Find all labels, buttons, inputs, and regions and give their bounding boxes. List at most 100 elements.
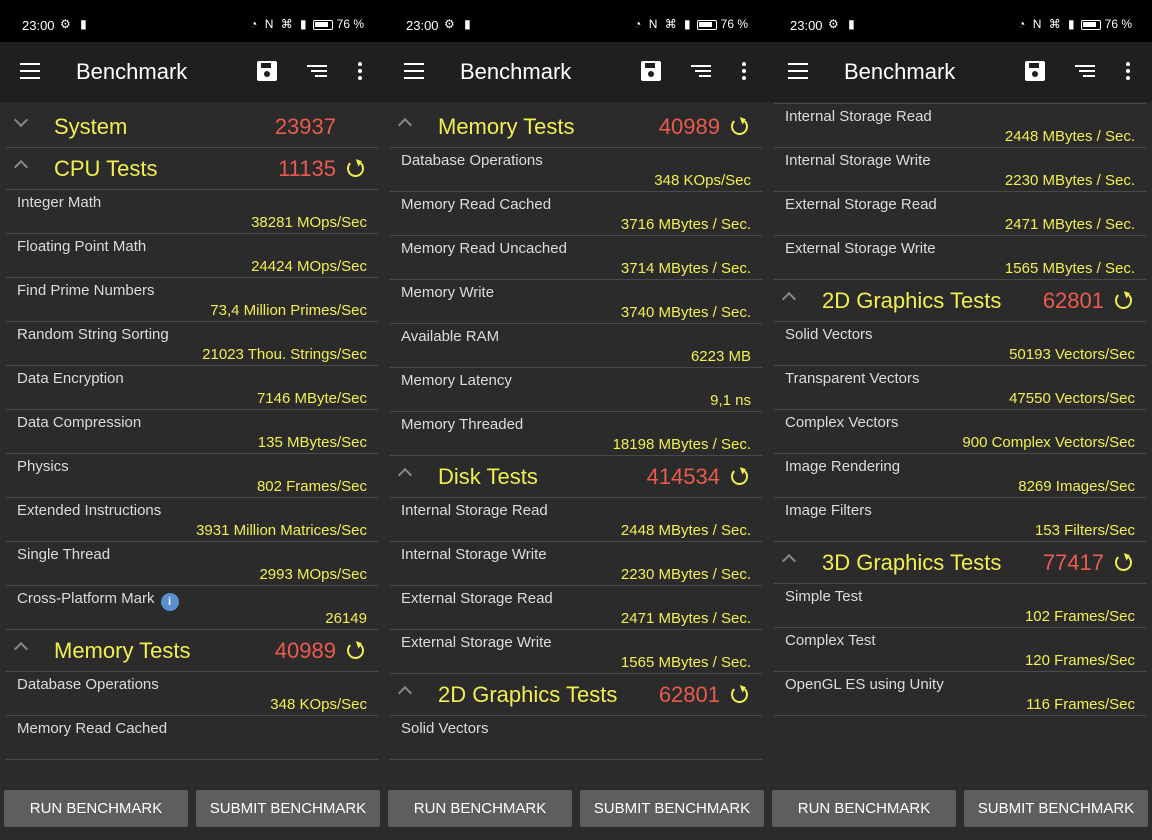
result-value: 135 MBytes/Sec [257, 434, 367, 451]
chevron-down-icon[interactable] [13, 112, 29, 128]
reload-icon[interactable] [1115, 554, 1132, 571]
info-icon[interactable]: i [160, 593, 179, 611]
submit-benchmark-button[interactable]: SUBMIT BENCHMARK [964, 790, 1148, 827]
result-name: Floating Point Math [17, 238, 146, 255]
section-header[interactable]: Memory Tests 40989 [390, 106, 762, 148]
sort-icon[interactable] [307, 65, 327, 79]
result-name: External Storage Write [785, 240, 936, 257]
result-value: 120 Frames/Sec [1024, 652, 1135, 669]
result-row: Random String Sorting 21023 Thou. Strings… [6, 322, 378, 366]
result-row: Extended Instructions 3931 Million Matric… [6, 498, 378, 542]
more-options-icon[interactable] [358, 62, 362, 82]
result-value: 6223 MB [690, 348, 751, 365]
save-icon[interactable] [257, 61, 277, 81]
result-name-text: External Storage Read [785, 196, 937, 213]
result-name: Memory Read Cached [17, 720, 167, 737]
reload-icon[interactable] [1115, 292, 1132, 309]
result-value: 348 KOps/Sec [270, 696, 367, 713]
chevron-up-icon[interactable] [13, 159, 29, 175]
run-benchmark-button[interactable]: RUN BENCHMARK [4, 790, 188, 827]
result-name: Data Compression [17, 414, 141, 431]
result-name-text: OpenGL ES using Unity [785, 676, 944, 693]
results-list: System 23937 CPU Tests 11135 Integer Math 382… [0, 102, 384, 780]
chevron-up-icon[interactable] [397, 685, 413, 701]
result-value: 73,4 Million Primes/Sec [210, 302, 367, 319]
result-name: Memory Latency [401, 372, 512, 389]
signal-wifi-icons: ◔ N ⌘ ▮ [1018, 17, 1077, 31]
section-title: 2D Graphics Tests [822, 288, 1002, 313]
more-options-icon[interactable] [742, 62, 746, 82]
result-name-text: Image Rendering [785, 458, 901, 475]
menu-icon[interactable] [788, 63, 808, 79]
status-time: 23:00 [406, 18, 439, 33]
result-value: 900 Complex Vectors/Sec [962, 434, 1135, 451]
more-options-icon[interactable] [1126, 62, 1130, 82]
chevron-up-icon[interactable] [397, 117, 413, 133]
result-value: 116 Frames/Sec [1026, 696, 1135, 713]
chevron-up-icon[interactable] [781, 291, 797, 307]
phone-screen: 23:00 ⚙ ▮ ◔ N ⌘ ▮ 76 % Benchmark Disk Tests41… [768, 0, 1152, 840]
result-name: Random String Sorting [17, 326, 169, 343]
result-name: Image Filters [785, 502, 872, 519]
results-scroller: Memory Tests 40989 Database Operations 348 … [384, 106, 768, 760]
chevron-up-icon[interactable] [13, 641, 29, 657]
section-header[interactable]: 2D Graphics Tests 62801 [390, 674, 762, 716]
result-name: Available RAM [401, 328, 499, 345]
result-row: Memory Threaded 18198 MBytes / Sec. [390, 412, 762, 456]
section-header[interactable]: System 23937 [6, 106, 378, 148]
bottom-action-bar: RUN BENCHMARK SUBMIT BENCHMARK [768, 780, 1152, 840]
result-value: 2448 MBytes / Sec. [1004, 128, 1135, 145]
menu-icon[interactable] [404, 63, 424, 79]
result-name: External Storage Read [785, 196, 937, 213]
phone-screen: 23:00 ⚙ ▮ ◔ N ⌘ ▮ 76 % Benchmark Memory Tests… [384, 0, 768, 840]
save-icon[interactable] [641, 61, 661, 81]
result-name: Solid Vectors [785, 326, 873, 343]
reload-icon[interactable] [731, 686, 748, 703]
submit-benchmark-button[interactable]: SUBMIT BENCHMARK [580, 790, 764, 827]
result-value: 2230 MBytes / Sec. [1004, 172, 1135, 189]
result-row: Available RAM 6223 MB [390, 324, 762, 368]
result-name: Complex Vectors [785, 414, 898, 431]
reload-icon[interactable] [731, 118, 748, 135]
run-benchmark-button[interactable]: RUN BENCHMARK [772, 790, 956, 827]
result-row: Solid Vectors 50193 Vectors/Sec [774, 322, 1146, 366]
section-score: 62801 [658, 682, 720, 707]
status-icons-right: ◔ N ⌘ ▮ 76 % [1018, 17, 1132, 31]
sort-icon[interactable] [1075, 65, 1095, 79]
status-time: 23:00 [790, 18, 823, 33]
reload-icon[interactable] [731, 468, 748, 485]
section-header[interactable]: Memory Tests 40989 [6, 630, 378, 672]
result-name: Memory Write [401, 284, 494, 301]
screenshot-collage: 23:00 ⚙ ▮ ◔ N ⌘ ▮ 76 % Benchmark System 23937 C… [0, 0, 1152, 840]
result-row: Integer Math 38281 MOps/Sec [6, 190, 378, 234]
chevron-up-icon[interactable] [397, 467, 413, 483]
reload-icon[interactable] [347, 160, 364, 177]
section-header[interactable]: 2D Graphics Tests 62801 [774, 280, 1146, 322]
result-row: Memory Write 3740 MBytes / Sec. [390, 280, 762, 324]
battery-level: 76 % [336, 17, 364, 31]
menu-icon[interactable] [20, 63, 40, 79]
result-value: 2230 MBytes / Sec. [620, 566, 751, 583]
section-header[interactable]: 3D Graphics Tests 77417 [774, 542, 1146, 584]
sort-icon[interactable] [691, 65, 711, 79]
section-header[interactable]: Disk Tests 414534 [390, 456, 762, 498]
run-benchmark-button[interactable]: RUN BENCHMARK [388, 790, 572, 827]
section-score: 77417 [1042, 550, 1104, 575]
result-name: Extended Instructions [17, 502, 161, 519]
save-icon[interactable] [1025, 61, 1045, 81]
status-bar: 23:00 ⚙ ▮ ◔ N ⌘ ▮ 76 % [768, 0, 1152, 42]
reload-icon[interactable] [347, 642, 364, 659]
app-title: Benchmark [460, 59, 572, 84]
result-value: 2993 MOps/Sec [259, 566, 367, 583]
result-row: Internal Storage Write 2230 MBytes / Sec. [774, 148, 1146, 192]
result-value: 3931 Million Matrices/Sec [196, 522, 367, 539]
app-title: Benchmark [76, 59, 188, 84]
section-header[interactable]: CPU Tests 11135 [6, 148, 378, 190]
result-name: Internal Storage Write [785, 152, 931, 169]
result-row: Find Prime Numbers 73,4 Million Primes/Se… [6, 278, 378, 322]
chevron-up-icon[interactable] [781, 553, 797, 569]
bottom-action-bar: RUN BENCHMARK SUBMIT BENCHMARK [0, 780, 384, 840]
submit-benchmark-button[interactable]: SUBMIT BENCHMARK [196, 790, 380, 827]
result-name-text: Cross-Platform Mark [17, 590, 155, 607]
result-name-text: Memory Read Cached [17, 720, 168, 737]
